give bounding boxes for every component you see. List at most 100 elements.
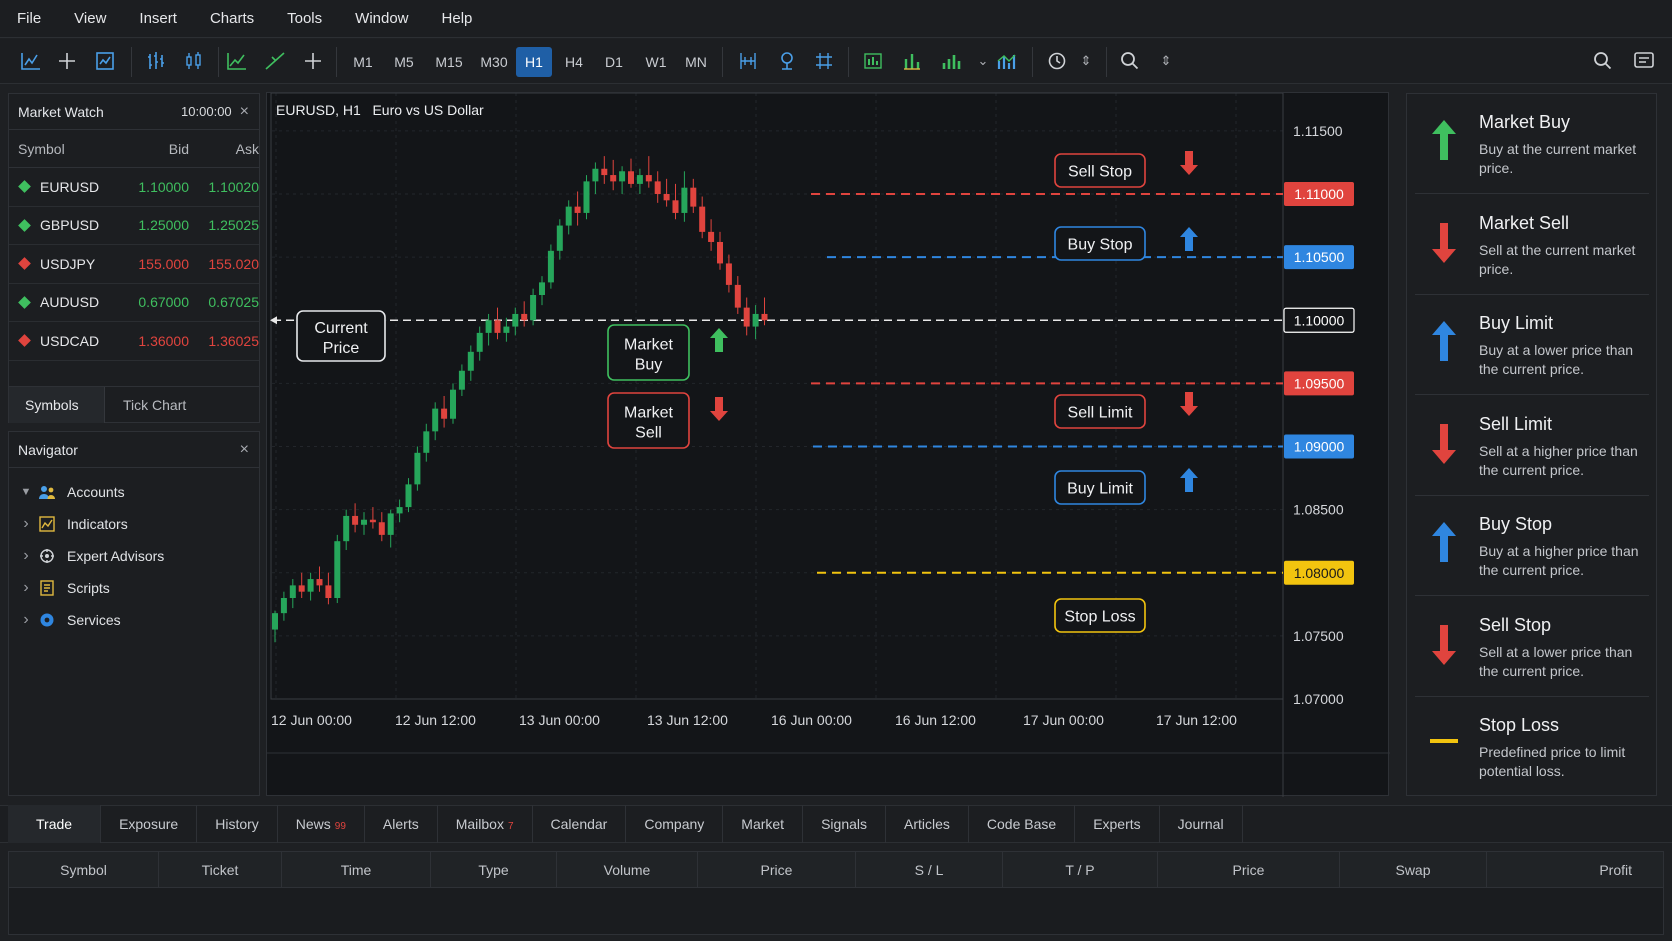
menu-insert[interactable]: Insert <box>128 10 199 27</box>
x-tick-label: 16 Jun 12:00 <box>895 712 976 728</box>
add-object-icon[interactable] <box>296 45 330 77</box>
market-watch-row[interactable]: GBPUSD 1.25000 1.25025 <box>9 207 259 245</box>
trade-column-swap[interactable]: Swap <box>1340 851 1487 888</box>
tab-symbols[interactable]: Symbols <box>9 387 105 423</box>
market-watch-row[interactable]: USDCAD 1.36000 1.36025 <box>9 322 259 361</box>
chevron-right-icon[interactable]: › <box>15 611 37 629</box>
navigator-item-expert-advisors[interactable]: › Expert Advisors <box>9 540 259 572</box>
trade-column-t-p[interactable]: T / P <box>1003 851 1158 888</box>
annotation-sell-stop[interactable]: Sell Stop <box>1054 153 1146 188</box>
close-icon[interactable]: × <box>240 441 249 459</box>
menu-window[interactable]: Window <box>344 10 430 27</box>
price-chart[interactable]: EURUSD, H1 Euro vs US Dollar 1.11500 1.105… <box>267 93 1390 797</box>
menu-charts[interactable]: Charts <box>199 10 276 27</box>
market-clock-icon[interactable] <box>1040 45 1074 77</box>
stepper-icon[interactable]: ⇕ <box>1158 45 1174 77</box>
tab-code-base[interactable]: Code Base <box>969 805 1076 843</box>
timeframe-w1[interactable]: W1 <box>638 47 674 77</box>
annotation-sell-limit[interactable]: Sell Limit <box>1054 394 1146 429</box>
tab-journal[interactable]: Journal <box>1160 805 1243 843</box>
market-watch-row[interactable]: EURUSD 1.10000 1.10020 <box>9 168 259 207</box>
column-symbol[interactable]: Symbol <box>9 141 123 157</box>
trade-column-type[interactable]: Type <box>431 851 557 888</box>
trade-column-ticket[interactable]: Ticket <box>159 851 282 888</box>
tab-alerts[interactable]: Alerts <box>365 805 438 843</box>
trade-column-volume[interactable]: Volume <box>557 851 698 888</box>
navigator-item-indicators[interactable]: › Indicators <box>9 508 259 540</box>
navigator-item-scripts[interactable]: › Scripts <box>9 572 259 604</box>
column-ask[interactable]: Ask <box>189 141 259 157</box>
line-chart-icon[interactable] <box>220 45 254 77</box>
indicator-bars-icon[interactable] <box>895 45 929 77</box>
timeframe-mn[interactable]: MN <box>678 47 714 77</box>
timeframe-h1[interactable]: H1 <box>516 47 552 77</box>
annotation-market-buy[interactable]: Market Buy <box>607 324 690 381</box>
trendline-icon[interactable] <box>258 45 292 77</box>
timeframe-h4[interactable]: H4 <box>556 47 592 77</box>
stepper-icon[interactable]: ⇕ <box>1078 45 1094 77</box>
column-bid[interactable]: Bid <box>123 141 189 157</box>
tab-market[interactable]: Market <box>723 805 804 843</box>
timeframe-d1[interactable]: D1 <box>596 47 632 77</box>
bid-value: 1.25000 <box>138 217 189 234</box>
annotation-current-price[interactable]: Current Price <box>296 310 386 362</box>
chevron-down-icon[interactable]: ▼ <box>15 486 37 498</box>
trade-column-price[interactable]: Price <box>1158 851 1340 888</box>
trade-column-s-l[interactable]: S / L <box>856 851 1003 888</box>
crosshair-icon[interactable] <box>50 45 84 77</box>
timeframe-m1[interactable]: M1 <box>345 47 381 77</box>
tab-mailbox[interactable]: Mailbox 7 <box>438 805 533 843</box>
chevron-right-icon[interactable]: › <box>15 579 37 597</box>
menu-help[interactable]: Help <box>431 10 495 27</box>
oscillator-icon[interactable] <box>990 45 1024 77</box>
tab-tick-chart[interactable]: Tick Chart <box>105 387 202 423</box>
candlestick-icon[interactable] <box>178 45 212 77</box>
tab-trade[interactable]: Trade <box>8 805 102 843</box>
chevron-down-icon[interactable]: ⌄ <box>975 45 991 77</box>
volume-icon[interactable] <box>934 45 968 77</box>
timeframe-m30[interactable]: M30 <box>473 47 515 77</box>
market-watch-row[interactable]: AUDUSD 0.67000 0.67025 <box>9 284 259 322</box>
global-search-icon[interactable] <box>1586 45 1620 77</box>
candle-body <box>752 313 759 327</box>
menu-tools[interactable]: Tools <box>276 10 344 27</box>
chevron-right-icon[interactable]: › <box>15 547 37 565</box>
annotation-market-sell[interactable]: Market Sell <box>607 392 690 449</box>
tab-history[interactable]: History <box>197 805 278 843</box>
tab-news[interactable]: News 99 <box>278 805 365 843</box>
tab-signals[interactable]: Signals <box>803 805 886 843</box>
tab-exposure[interactable]: Exposure <box>101 805 198 843</box>
annotation-stop-loss[interactable]: Stop Loss <box>1054 598 1146 633</box>
menu-file[interactable]: File <box>6 10 63 27</box>
tab-experts[interactable]: Experts <box>1075 805 1160 843</box>
chat-icon[interactable] <box>1627 45 1661 77</box>
close-icon[interactable]: × <box>240 103 249 121</box>
market-watch-row[interactable]: USDJPY 155.000 155.020 <box>9 245 259 284</box>
timeframe-m15[interactable]: M15 <box>428 47 470 77</box>
pin-icon[interactable] <box>770 45 804 77</box>
tab-calendar[interactable]: Calendar <box>533 805 627 843</box>
period-separator-icon[interactable] <box>731 45 765 77</box>
search-icon[interactable] <box>1113 45 1147 77</box>
annotation-buy-stop[interactable]: Buy Stop <box>1054 226 1146 261</box>
tab-articles[interactable]: Articles <box>886 805 969 843</box>
bar-chart-icon[interactable] <box>139 45 173 77</box>
chart-window[interactable]: EURUSD, H1 Euro vs US Dollar 1.11500 1.105… <box>266 92 1390 797</box>
menu-view[interactable]: View <box>63 10 128 27</box>
indicator-green-icon[interactable] <box>856 45 890 77</box>
tab-company[interactable]: Company <box>626 805 724 843</box>
strategy-tester-icon[interactable] <box>88 45 122 77</box>
grid-icon[interactable] <box>807 45 841 77</box>
navigator-item-accounts[interactable]: ▼ Accounts <box>9 476 259 508</box>
new-chart-icon[interactable] <box>14 45 48 77</box>
trade-column-price[interactable]: Price <box>698 851 856 888</box>
trade-column-symbol[interactable]: Symbol <box>9 851 159 888</box>
tab-label: Journal <box>1177 816 1224 832</box>
legend-title: Sell Stop <box>1479 614 1552 635</box>
navigator-item-services[interactable]: › Services <box>9 604 259 636</box>
trade-column-time[interactable]: Time <box>282 851 431 888</box>
trade-column-profit[interactable]: Profit <box>1487 852 1642 888</box>
annotation-buy-limit[interactable]: Buy Limit <box>1054 470 1146 505</box>
chevron-right-icon[interactable]: › <box>15 515 37 533</box>
timeframe-m5[interactable]: M5 <box>386 47 422 77</box>
